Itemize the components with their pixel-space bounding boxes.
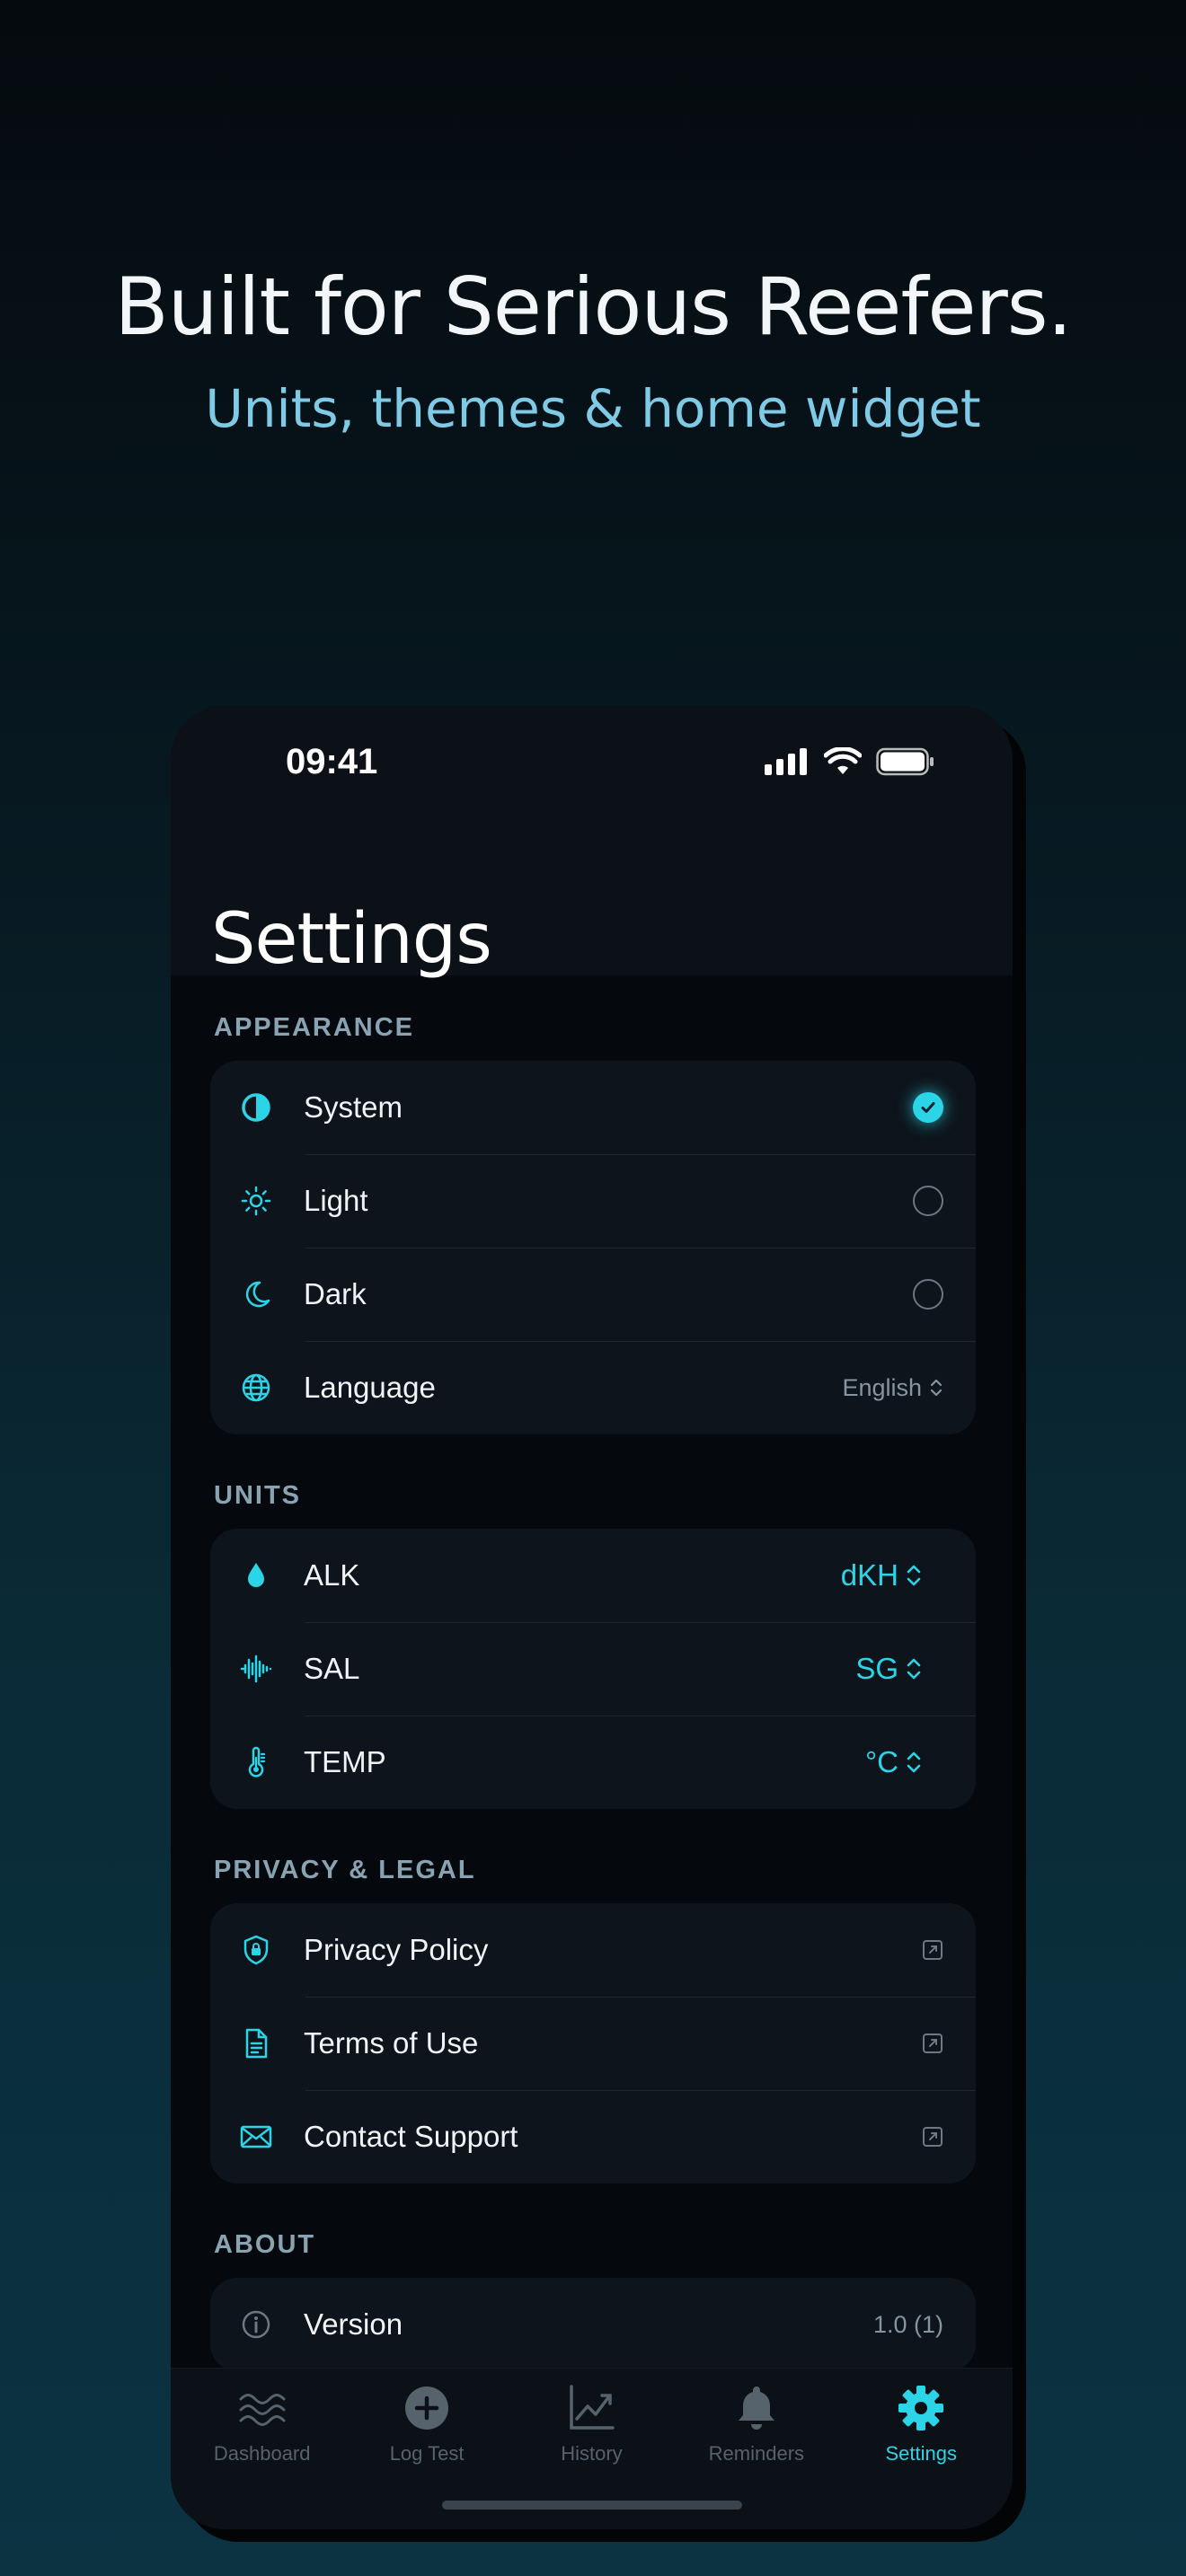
tab-label: Log Test [389,2442,465,2465]
status-time: 09:41 [286,742,378,781]
tab-dashboard[interactable]: Dashboard [186,2381,339,2466]
battery-icon [876,747,934,776]
half-circle-icon [239,1090,273,1125]
home-indicator[interactable] [442,2501,742,2510]
info-icon [239,2307,273,2342]
language-row[interactable]: Language English [210,1341,976,1434]
document-icon [239,2026,273,2060]
units-card: ALK dKH SAL SG TEMP °C [210,1529,976,1809]
radio-unselected[interactable] [913,1279,943,1310]
tab-reminders[interactable]: Reminders [680,2381,833,2466]
terms-of-use-link[interactable]: Terms of Use [210,1997,976,2090]
unit-row-temp[interactable]: TEMP °C [210,1716,976,1809]
settings-content: APPEARANCE System Light Dark Language En… [210,975,976,2418]
unit-picker[interactable]: dKH [841,1558,922,1592]
privacy-policy-link[interactable]: Privacy Policy [210,1903,976,1997]
chevron-updown-icon [930,1379,943,1397]
hero-subheadline: Units, themes & home widget [205,378,981,439]
appearance-option-label: Dark [304,1277,367,1310]
drop-icon [239,1558,273,1592]
unit-row-sal[interactable]: SAL SG [210,1622,976,1716]
appearance-card: System Light Dark Language English [210,1061,976,1434]
external-link-icon [923,1940,943,1960]
envelope-icon [239,2120,273,2154]
section-label-units: UNITS [214,1481,301,1510]
bell-icon [738,2386,774,2430]
external-link-icon [923,2033,943,2053]
link-label: Privacy Policy [304,1933,489,1966]
link-label: Contact Support [304,2120,518,2153]
unit-row-alk[interactable]: ALK dKH [210,1529,976,1622]
page-title: Settings [211,899,492,980]
unit-value: SG [855,1652,898,1685]
version-label: Version [304,2307,403,2341]
unit-label: TEMP [304,1745,386,1778]
waveform-icon [239,1652,273,1686]
language-value-text: English [842,1373,922,1401]
unit-picker[interactable]: °C [865,1745,922,1779]
sun-icon [239,1184,273,1218]
status-header: 09:41 Settings [171,706,1013,980]
waves-icon [239,2394,286,2426]
hero-headline: Built for Serious Reefers. [114,260,1072,353]
plus-circle-icon [405,2386,449,2430]
section-label-privacy: PRIVACY & LEGAL [214,1856,476,1884]
version-value: 1.0 (1) [872,2310,943,2338]
radio-unselected[interactable] [913,1186,943,1216]
unit-value: dKH [840,1558,898,1592]
tab-label: Reminders [708,2442,805,2465]
radio-selected[interactable] [913,1092,943,1123]
chart-icon [570,2385,615,2430]
chevron-updown-icon [907,1658,921,1680]
appearance-option-system[interactable]: System [210,1061,976,1154]
chevron-updown-icon [907,1565,921,1586]
unit-label: ALK [304,1558,360,1592]
section-label-appearance: APPEARANCE [214,1013,415,1042]
external-link-icon [923,2127,943,2147]
unit-label: SAL [304,1652,360,1685]
checkmark-icon [921,1102,935,1113]
appearance-option-label: System [304,1090,403,1124]
thermometer-icon [239,1745,273,1779]
chevron-updown-icon [907,1751,921,1773]
signal-icon [765,748,807,775]
appearance-option-label: Light [304,1184,368,1217]
moon-icon [239,1277,273,1311]
about-card: Version 1.0 (1) [210,2278,976,2371]
wifi-icon [824,747,862,774]
link-label: Terms of Use [304,2026,479,2060]
language-value[interactable]: English [842,1374,943,1402]
appearance-option-light[interactable]: Light [210,1154,976,1248]
tab-label: Dashboard [213,2442,311,2465]
phone-frame: 09:41 Settings APPEARANCE System Light D… [171,706,1013,2529]
globe-icon [239,1371,273,1405]
section-label-about: ABOUT [214,2230,316,2259]
tab-label: History [561,2442,623,2465]
tab-history[interactable]: History [515,2381,668,2466]
language-label: Language [304,1371,436,1404]
unit-picker[interactable]: SG [855,1652,922,1686]
status-icons [765,747,935,776]
tab-bar: Dashboard Log Test History Reminders Set… [171,2368,1013,2529]
appearance-option-dark[interactable]: Dark [210,1248,976,1341]
tab-settings[interactable]: Settings [845,2381,997,2466]
unit-value: °C [864,1745,898,1778]
privacy-card: Privacy Policy Terms of Use Contact Supp… [210,1903,976,2183]
hero: Built for Serious Reefers. Units, themes… [0,260,1186,439]
version-row: Version 1.0 (1) [210,2278,976,2371]
contact-support-link[interactable]: Contact Support [210,2090,976,2183]
tab-label: Settings [885,2442,958,2465]
shield-lock-icon [239,1933,273,1967]
gear-icon [898,2386,944,2430]
tab-log-test[interactable]: Log Test [350,2381,503,2466]
